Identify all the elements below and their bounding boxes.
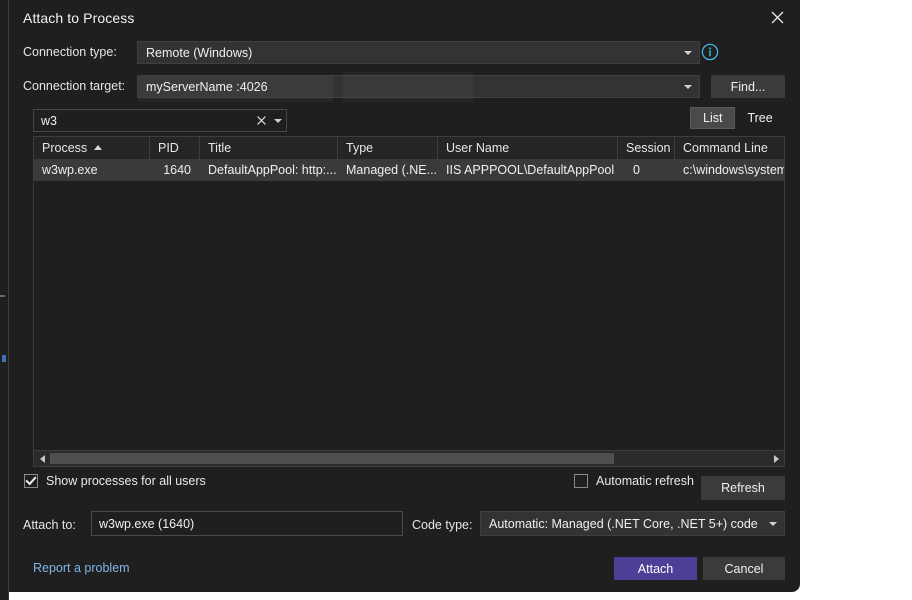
process-filter-box[interactable]	[33, 109, 287, 132]
attach-to-field[interactable]	[91, 511, 403, 536]
cell-title: DefaultAppPool: http:...	[200, 159, 338, 181]
cell-username: IIS APPPOOL\DefaultAppPool	[438, 159, 618, 181]
cancel-button[interactable]: Cancel	[703, 557, 785, 580]
connection-type-value: Remote (Windows)	[138, 46, 252, 60]
code-type-label: Code type:	[412, 518, 472, 532]
clear-icon[interactable]	[252, 116, 270, 125]
connection-target-value: myServerName :4026	[138, 80, 268, 94]
target-field-highlight-secondary	[343, 72, 473, 102]
show-all-users-checkbox[interactable]: Show processes for all users	[24, 474, 206, 488]
automatic-refresh-label: Automatic refresh	[596, 474, 694, 488]
view-mode-tree[interactable]: Tree	[735, 107, 784, 129]
dialog-title: Attach to Process	[23, 10, 134, 26]
code-type-value: Automatic: Managed (.NET Core, .NET 5+) …	[481, 517, 758, 531]
show-all-users-label: Show processes for all users	[46, 474, 206, 488]
cell-pid: 1640	[150, 159, 200, 181]
cell-commandline: c:\windows\system	[675, 159, 785, 181]
scroll-right-icon[interactable]	[768, 451, 784, 466]
column-header-commandline[interactable]: Command Line	[675, 137, 785, 159]
chevron-down-icon	[684, 85, 692, 89]
view-mode-toggle: List Tree	[690, 107, 785, 129]
code-type-select[interactable]: Automatic: Managed (.NET Core, .NET 5+) …	[480, 511, 785, 536]
column-header-process[interactable]: Process	[34, 137, 150, 159]
sort-ascending-icon	[94, 145, 102, 150]
connection-type-select[interactable]: Remote (Windows)	[137, 41, 700, 64]
refresh-button[interactable]: Refresh	[701, 476, 785, 500]
screen: Attach to Process Connection type: Remot…	[0, 0, 912, 600]
process-table: Process PID Title Type User Name Session…	[33, 136, 785, 467]
chevron-down-icon	[684, 51, 692, 55]
cell-process: w3wp.exe	[34, 159, 150, 181]
column-header-type[interactable]: Type	[338, 137, 438, 159]
checkbox-box	[24, 474, 38, 488]
background-artifact-blue	[2, 355, 6, 362]
chevron-down-icon	[769, 522, 777, 526]
checkbox-box	[574, 474, 588, 488]
column-header-username[interactable]: User Name	[438, 137, 618, 159]
attach-to-input[interactable]	[92, 516, 402, 532]
report-problem-link[interactable]: Report a problem	[33, 561, 130, 575]
scroll-left-icon[interactable]	[34, 451, 50, 466]
scrollbar-track[interactable]	[50, 451, 768, 466]
column-header-process-label: Process	[42, 141, 87, 155]
info-icon[interactable]	[701, 43, 719, 64]
attach-to-label: Attach to:	[23, 518, 76, 532]
table-row[interactable]: w3wp.exe 1640 DefaultAppPool: http:... M…	[34, 159, 784, 181]
find-button[interactable]: Find...	[711, 75, 785, 98]
scrollbar-thumb[interactable]	[50, 453, 614, 464]
connection-type-label: Connection type:	[23, 45, 117, 59]
table-horizontal-scrollbar[interactable]	[34, 450, 784, 466]
attach-button[interactable]: Attach	[614, 557, 697, 580]
table-header-row: Process PID Title Type User Name Session…	[34, 137, 784, 160]
column-header-session[interactable]: Session	[618, 137, 675, 159]
search-input[interactable]	[34, 113, 252, 129]
dialog-titlebar: Attach to Process	[9, 0, 800, 36]
search-dropdown-icon[interactable]	[270, 119, 286, 123]
connection-target-select[interactable]: myServerName :4026	[137, 75, 700, 98]
automatic-refresh-checkbox[interactable]: Automatic refresh	[574, 474, 694, 488]
column-header-title[interactable]: Title	[200, 137, 338, 159]
close-icon[interactable]	[754, 0, 800, 34]
column-header-pid[interactable]: PID	[150, 137, 200, 159]
attach-to-process-dialog: Attach to Process Connection type: Remot…	[9, 0, 800, 592]
view-mode-list[interactable]: List	[690, 107, 735, 129]
connection-target-label: Connection target:	[23, 79, 125, 93]
background-artifact-gray	[0, 295, 5, 297]
cell-type: Managed (.NE...	[338, 159, 438, 181]
cell-session: 0	[618, 159, 675, 181]
